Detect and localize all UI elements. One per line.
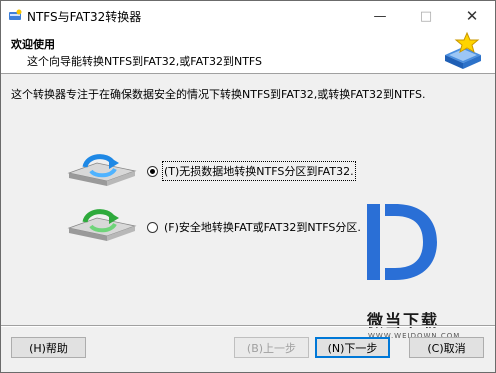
disk-blue-arrow-icon bbox=[67, 154, 137, 186]
maximize-button[interactable]: □ bbox=[403, 1, 449, 31]
intro-text: 这个转换器专注于在确保数据安全的情况下转换NTFS到FAT32,或转换FAT32… bbox=[11, 88, 426, 101]
window-title: NTFS与FAT32转换器 bbox=[27, 10, 142, 24]
next-button[interactable]: (N)下一步 bbox=[315, 337, 390, 358]
radio-ntfs-to-fat32[interactable] bbox=[147, 165, 158, 177]
help-button[interactable]: (H)帮助 bbox=[11, 337, 86, 358]
disk-star-icon bbox=[445, 31, 481, 69]
button-separator bbox=[1, 325, 495, 327]
close-button[interactable]: ✕ bbox=[449, 1, 495, 31]
radio-fat-to-ntfs[interactable] bbox=[147, 221, 158, 233]
header-title: 欢迎使用 bbox=[11, 38, 55, 51]
disk-green-arrow-icon bbox=[67, 209, 137, 241]
back-button[interactable]: (B)上一步 bbox=[234, 337, 309, 358]
header-subtitle: 这个向导能转换NTFS到FAT32,或FAT32到NTFS bbox=[27, 55, 263, 68]
option-label[interactable]: (T)无损数据地转换NTFS分区到FAT32. bbox=[162, 161, 356, 181]
option-label[interactable]: (F)安全地转换FAT或FAT32到NTFS分区. bbox=[164, 219, 361, 235]
minimize-button[interactable]: — bbox=[357, 1, 403, 31]
wizard-header: 欢迎使用 这个向导能转换NTFS到FAT32,或FAT32到NTFS bbox=[1, 31, 495, 74]
wizard-window: NTFS与FAT32转换器 — □ ✕ 欢迎使用 这个向导能转换NTFS到FAT… bbox=[0, 0, 496, 373]
title-bar[interactable]: NTFS与FAT32转换器 — □ ✕ bbox=[1, 1, 495, 31]
option-fat-to-ntfs[interactable]: (F)安全地转换FAT或FAT32到NTFS分区. bbox=[147, 219, 361, 235]
option-ntfs-to-fat32[interactable]: (T)无损数据地转换NTFS分区到FAT32. bbox=[147, 161, 356, 181]
watermark-text: 微当下载 bbox=[367, 311, 440, 330]
cancel-button[interactable]: (C)取消 bbox=[409, 337, 484, 358]
app-icon bbox=[9, 9, 22, 20]
